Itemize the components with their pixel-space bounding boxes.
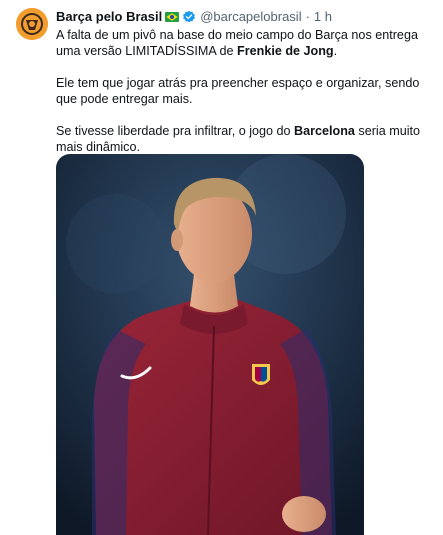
paragraph-2: Ele tem que jogar atrás pra preencher es… <box>56 76 420 106</box>
player-photo <box>56 154 364 535</box>
paragraph-3-text: Se tivesse liberdade pra infiltrar, o jo… <box>56 124 295 138</box>
post-header: Barça pelo Brasil @barcapelobrasil · 1 h <box>56 8 332 26</box>
author-name[interactable]: Barça pelo Brasil <box>56 8 162 26</box>
post-media[interactable] <box>56 154 364 535</box>
paragraph-3: Se tivesse liberdade pra infiltrar, o jo… <box>56 123 428 155</box>
barca-logo-icon <box>16 8 48 40</box>
paragraph-1-bold: Frenkie de Jong <box>237 44 334 58</box>
post[interactable]: Barça pelo Brasil @barcapelobrasil · 1 h… <box>0 0 443 535</box>
brazil-flag-icon <box>165 12 180 22</box>
post-time[interactable]: 1 h <box>314 8 332 26</box>
paragraph-1: A falta de um pivô na base do meio campo… <box>56 27 428 59</box>
paragraph-1-end: . <box>333 44 338 58</box>
avatar[interactable] <box>16 8 48 40</box>
paragraph-3-bold: Barcelona <box>294 124 355 138</box>
post-text: A falta de um pivô na base do meio campo… <box>56 27 428 171</box>
author-handle[interactable]: @barcapelobrasil <box>200 8 301 26</box>
separator-dot: · <box>305 9 310 24</box>
verified-badge-icon <box>183 10 196 23</box>
